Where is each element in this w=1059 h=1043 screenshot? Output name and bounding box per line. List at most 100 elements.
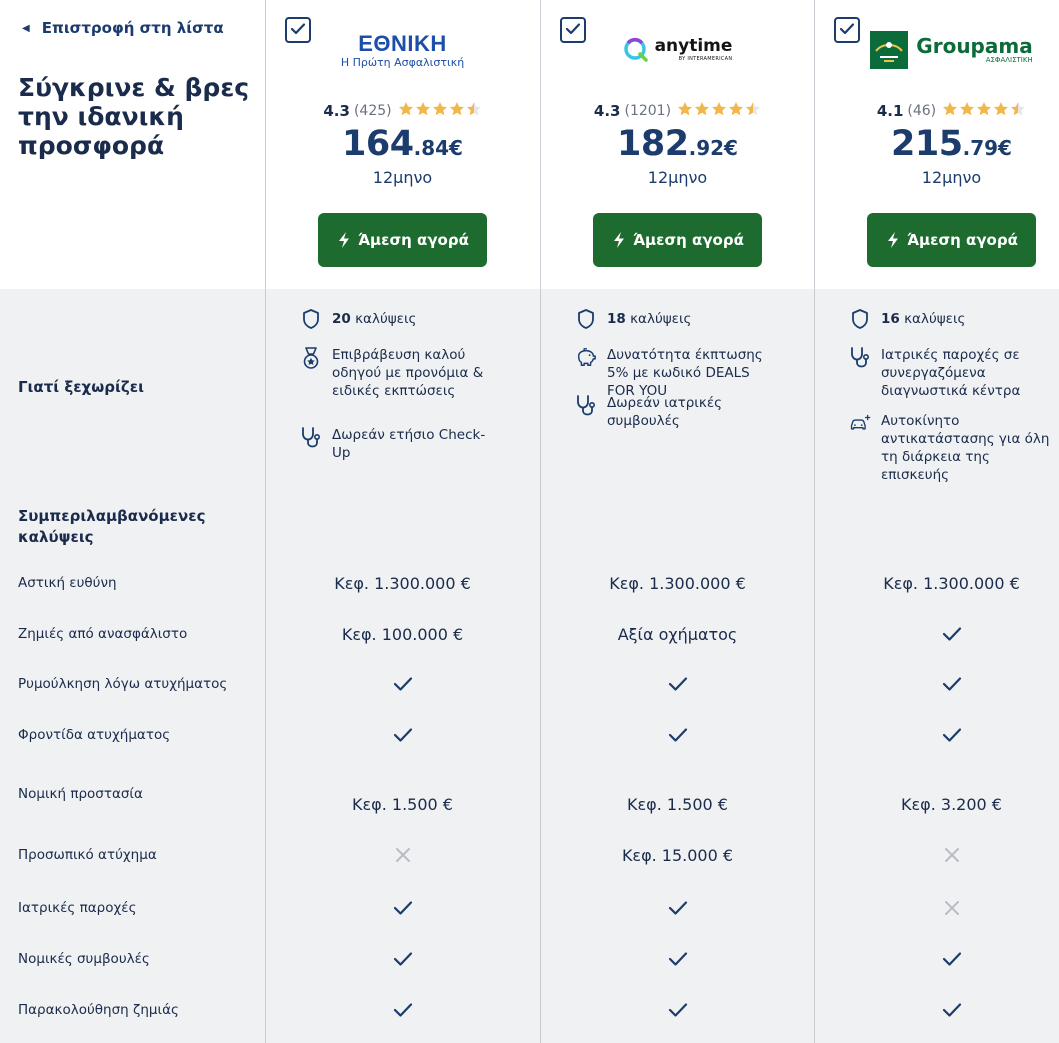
- feature-text: Αυτοκίνητο αντικατάστασης για όλη τη διά…: [881, 413, 1050, 483]
- checkbox-tick-icon: [290, 21, 306, 40]
- rating-count: (1201): [624, 103, 672, 119]
- price: 215.79€: [814, 124, 1059, 164]
- star-icon: [432, 101, 448, 121]
- lightning-icon: [336, 231, 352, 249]
- check-icon: [265, 947, 540, 971]
- logo-anytime-wordmark: anytime: [654, 36, 733, 56]
- buy-now-label: Άμεση αγορά: [907, 231, 1018, 249]
- check-icon: [540, 723, 815, 747]
- rating-stars: [398, 101, 482, 121]
- check-icon: [814, 622, 1059, 646]
- coverage-row-label: Ιατρικές παροχές: [18, 900, 137, 916]
- groupama-logo-mark: [870, 31, 909, 69]
- feature-item: Δωρεάν ιατρικές συμβουλές: [575, 394, 775, 430]
- coverage-value: Κεφ. 100.000 €: [341, 624, 464, 644]
- coverage-value: Αξία οχήματος: [617, 624, 738, 644]
- compare-checkbox[interactable]: [834, 17, 860, 43]
- stethoscope-icon: [849, 346, 871, 368]
- coverage-count-number: 20: [332, 311, 351, 327]
- check-icon: [265, 998, 540, 1022]
- coverage-value: Κεφ. 3.200 €: [901, 794, 1002, 814]
- rating-stars: [677, 101, 761, 121]
- star-icon: [993, 101, 1009, 121]
- coverage-count: 20 καλύψεις: [300, 308, 416, 330]
- compare-checkbox[interactable]: [560, 17, 586, 43]
- coverage-row-label: Παρακολούθηση ζημιάς: [18, 1002, 179, 1018]
- back-to-list-link[interactable]: ◀ Επιστροφή στη λίστα: [22, 19, 224, 37]
- offer-column: anytime BY INTERAMERICAN 4.3 (1201) 182.92€ 1…: [540, 0, 815, 1043]
- shield-icon: [300, 308, 322, 330]
- star-icon: [942, 101, 958, 121]
- star-icon: [711, 101, 727, 121]
- star-icon: [415, 101, 431, 121]
- feature-text: Δωρεάν ετήσιο Check-Up: [332, 427, 486, 461]
- back-link-label: Επιστροφή στη λίστα: [41, 19, 224, 37]
- coverage-count-number: 16: [881, 311, 900, 327]
- star-icon: [398, 101, 414, 121]
- check-icon: [814, 947, 1059, 971]
- piggy-bank-icon: [575, 346, 597, 368]
- rating-stars: [942, 101, 1026, 121]
- check-icon: [265, 672, 540, 696]
- coverage-count-word: καλύψεις: [904, 311, 966, 327]
- feature-item: Επιβράβευση καλού οδηγού με προνόμια & ε…: [300, 346, 500, 400]
- price-period: 12μηνο: [647, 168, 708, 187]
- lightning-icon: [885, 231, 901, 249]
- checkbox-tick-icon: [839, 21, 855, 40]
- covers-section-label: Συμπεριλαμβανόμενες καλύψεις: [18, 507, 206, 546]
- page-title: Σύγκρινε & βρες την ιδανική προσφορά: [18, 73, 250, 160]
- coverage-count: 18 καλύψεις: [575, 308, 691, 330]
- lightning-icon: [611, 231, 627, 249]
- price: 182.92€: [540, 124, 815, 164]
- rating-count: (425): [353, 103, 392, 119]
- rating-score: 4.3: [593, 102, 621, 120]
- cross-icon: [265, 843, 540, 867]
- medal-icon: [300, 346, 322, 370]
- logo-ethniki-wordmark: ΕΘΝΙΚΗ: [358, 30, 447, 56]
- compare-checkbox[interactable]: [285, 17, 311, 43]
- logo-groupama-wordmark: Groupama: [916, 34, 1033, 58]
- check-icon: [265, 896, 540, 920]
- buy-now-button[interactable]: Άμεση αγορά: [593, 213, 762, 267]
- star-icon: [728, 101, 744, 121]
- coverage-row-label: Αστική ευθύνη: [18, 575, 117, 591]
- star-icon: [694, 101, 710, 121]
- offer-column: ΕΘΝΙΚΗ Η Πρώτη Ασφαλιστική 4.3 (425) 164.84€…: [265, 0, 540, 1043]
- star-icon: [466, 101, 482, 121]
- coverage-row-label: Ρυμούλκηση λόγω ατυχήματος: [18, 676, 228, 692]
- star-icon: [677, 101, 693, 121]
- check-icon: [814, 998, 1059, 1022]
- logo-anytime-tagline: BY INTERAMERICAN: [678, 56, 733, 62]
- coverage-value: Κεφ. 1.300.000 €: [609, 573, 746, 593]
- checkbox-tick-icon: [565, 21, 581, 40]
- star-icon: [976, 101, 992, 121]
- rating-score: 4.1: [876, 102, 904, 120]
- star-icon: [1010, 101, 1026, 121]
- coverage-row-label: Φροντίδα ατυχήματος: [18, 727, 171, 743]
- rating-count: (46): [907, 103, 937, 119]
- cross-icon: [814, 843, 1059, 867]
- star-icon: [449, 101, 465, 121]
- price-decimals: .84€: [413, 136, 463, 160]
- price-period: 12μηνο: [921, 168, 982, 187]
- check-icon: [540, 672, 815, 696]
- car-sparkle-icon: [849, 412, 871, 434]
- buy-now-label: Άμεση αγορά: [633, 231, 744, 249]
- insurer-logo: anytime BY INTERAMERICAN: [590, 30, 765, 70]
- insurer-logo: Groupama ΑΣΦΑΛΙΣΤΙΚΗ: [864, 30, 1039, 70]
- feature-item: Δωρεάν ετήσιο Check-Up: [300, 426, 500, 462]
- offer-column: Groupama ΑΣΦΑΛΙΣΤΙΚΗ 4.1 (46) 215.79€ 12μηνο Ά…: [814, 0, 1059, 1043]
- insurer-logo: ΕΘΝΙΚΗ Η Πρώτη Ασφαλιστική: [315, 30, 490, 70]
- buy-now-button[interactable]: Άμεση αγορά: [318, 213, 487, 267]
- feature-text: Δυνατότητα έκπτωσης 5% με κωδικό DEALS F…: [607, 347, 763, 399]
- feature-item: Δυνατότητα έκπτωσης 5% με κωδικό DEALS F…: [575, 346, 775, 400]
- rating-score: 4.3: [323, 102, 350, 120]
- buy-now-button[interactable]: Άμεση αγορά: [867, 213, 1036, 267]
- star-icon: [745, 101, 761, 121]
- price: 164.84€: [265, 124, 540, 164]
- coverage-value: Κεφ. 1.500 €: [352, 794, 453, 814]
- price-decimals: .92€: [688, 136, 738, 160]
- feature-text: Δωρεάν ιατρικές συμβουλές: [607, 395, 723, 429]
- coverage-row-label: Προσωπικό ατύχημα: [18, 847, 157, 863]
- chevron-left-icon: ◀: [22, 22, 30, 34]
